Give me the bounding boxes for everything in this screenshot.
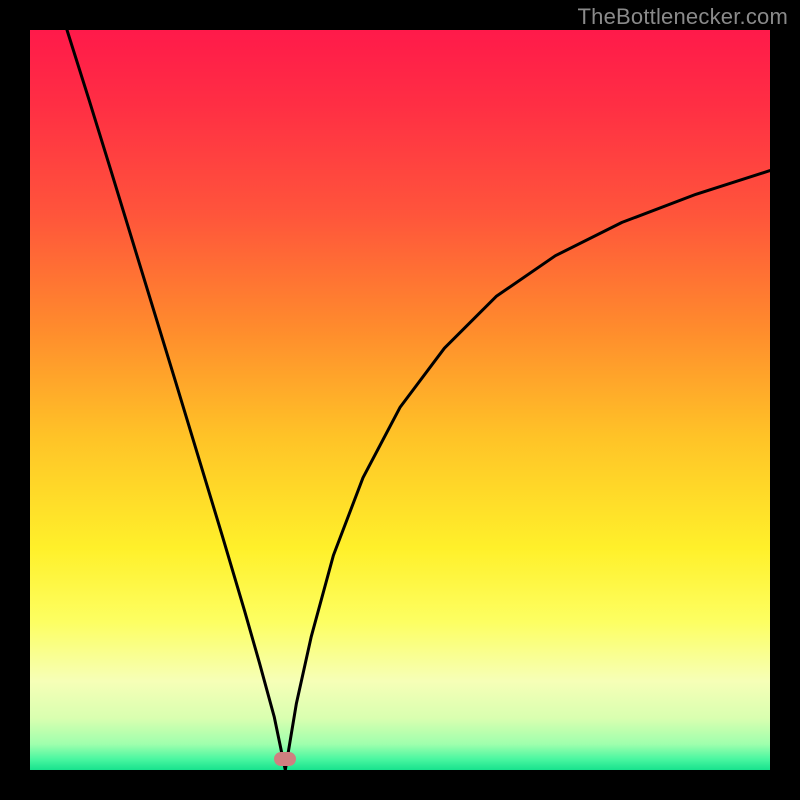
curve-path [67,30,770,770]
chart-frame: TheBottlenecker.com [0,0,800,800]
plot-area [30,30,770,770]
bottleneck-curve [30,30,770,770]
optimal-point-marker [274,752,296,766]
watermark-label: TheBottlenecker.com [578,4,788,30]
